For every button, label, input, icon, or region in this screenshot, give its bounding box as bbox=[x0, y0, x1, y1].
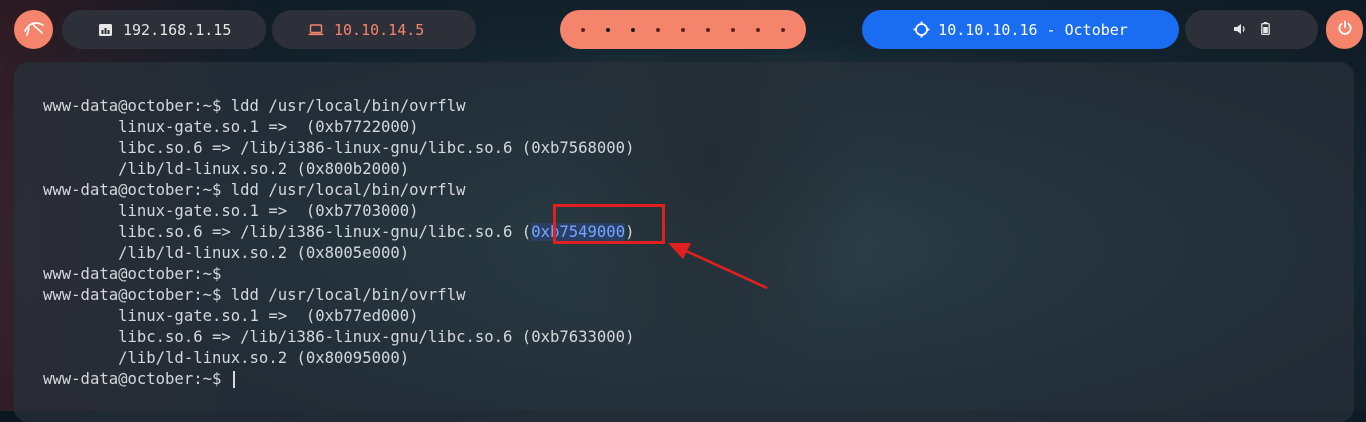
annotation-highlight-box bbox=[553, 204, 665, 244]
local-ip-indicator[interactable]: 192.168.1.15 bbox=[62, 10, 266, 49]
power-button[interactable] bbox=[1326, 10, 1363, 49]
laptop-icon bbox=[308, 23, 324, 36]
target-indicator[interactable]: 10.10.10.16 - October bbox=[862, 10, 1179, 49]
system-tray bbox=[1185, 10, 1318, 49]
vpn-ip-indicator[interactable]: 10.10.14.5 bbox=[272, 10, 476, 49]
terminal-line-highlighted: libc.so.6 => /lib/i386-linux-gnu/libc.so… bbox=[43, 222, 634, 243]
workspace-dot[interactable] bbox=[605, 27, 610, 32]
terminal-line: linux-gate.so.1 => (0xb7722000) bbox=[43, 118, 419, 136]
kali-menu-button[interactable] bbox=[14, 10, 53, 49]
terminal-line: linux-gate.so.1 => (0xb77ed000) bbox=[43, 307, 419, 325]
terminal-line: /lib/ld-linux.so.2 (0x80095000) bbox=[43, 349, 410, 367]
line-prefix: libc.so.6 => /lib/i386-linux-gnu/libc.so… bbox=[43, 223, 532, 241]
workspace-dot[interactable] bbox=[580, 27, 585, 32]
workspace-switcher[interactable] bbox=[560, 10, 806, 49]
workspace-dot[interactable] bbox=[756, 27, 761, 32]
local-ip-text: 192.168.1.15 bbox=[123, 20, 232, 39]
terminal-line: libc.so.6 => /lib/i386-linux-gnu/libc.so… bbox=[43, 139, 635, 157]
volume-icon[interactable] bbox=[1233, 20, 1247, 39]
terminal-line: www-data@october:~$ ldd /usr/local/bin/o… bbox=[43, 97, 466, 115]
workspace-dot[interactable] bbox=[655, 27, 660, 32]
workspace-dot[interactable] bbox=[731, 27, 736, 32]
terminal-line: www-data@october:~$ ldd /usr/local/bin/o… bbox=[43, 181, 466, 199]
crosshair-icon bbox=[913, 21, 930, 38]
target-text: 10.10.10.16 - October bbox=[938, 20, 1128, 39]
battery-icon[interactable] bbox=[1261, 20, 1270, 39]
text-cursor bbox=[232, 371, 235, 388]
terminal-line: libc.so.6 => /lib/i386-linux-gnu/libc.so… bbox=[43, 328, 635, 346]
terminal-line: linux-gate.so.1 => (0xb7703000) bbox=[43, 202, 419, 220]
kali-dragon-icon bbox=[23, 19, 45, 41]
terminal-line: /lib/ld-linux.so.2 (0x8005e000) bbox=[43, 244, 410, 262]
workspace-dot[interactable] bbox=[680, 27, 685, 32]
workspace-dot[interactable] bbox=[706, 27, 711, 32]
workspace-dot[interactable] bbox=[781, 27, 786, 32]
terminal-line: www-data@october:~$ bbox=[43, 265, 222, 283]
terminal-output: www-data@october:~$ ldd /usr/local/bin/o… bbox=[43, 96, 634, 390]
terminal-line: /lib/ld-linux.so.2 (0x800b2000) bbox=[43, 160, 410, 178]
network-icon bbox=[98, 23, 113, 37]
terminal-line: www-data@october:~$ ldd /usr/local/bin/o… bbox=[43, 286, 466, 304]
power-icon bbox=[1337, 20, 1353, 40]
terminal-prompt-line[interactable]: www-data@october:~$ bbox=[43, 369, 634, 390]
workspace-dot[interactable] bbox=[630, 27, 635, 32]
terminal-window[interactable]: www-data@october:~$ ldd /usr/local/bin/o… bbox=[14, 62, 1354, 422]
vpn-ip-text: 10.10.14.5 bbox=[334, 20, 425, 39]
prompt-text: www-data@october:~$ bbox=[43, 370, 231, 388]
